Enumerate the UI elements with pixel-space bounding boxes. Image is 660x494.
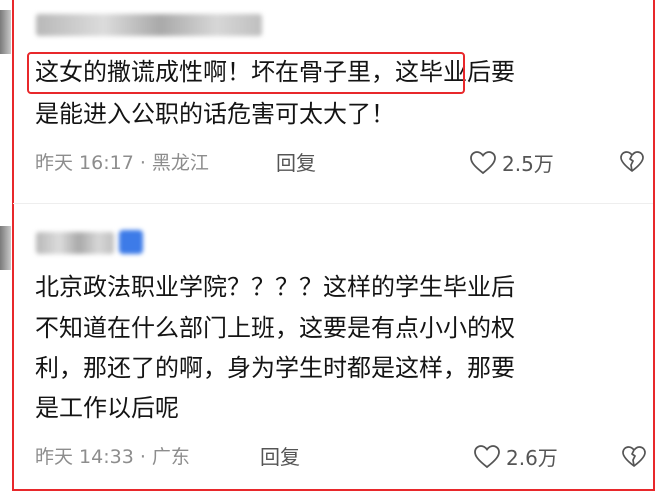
broken-heart-icon <box>620 151 644 173</box>
comment-meta: 昨天 14:33 · 广东 <box>35 446 190 468</box>
like-count: 2.5万 <box>502 152 554 176</box>
heart-icon <box>470 150 496 175</box>
like-count: 2.6万 <box>506 446 558 470</box>
vip-badge-blurred <box>119 230 143 254</box>
like-button[interactable]: 2.5万 <box>470 148 554 177</box>
heart-icon <box>474 444 500 469</box>
reply-button[interactable]: 回复 <box>260 446 300 468</box>
comment-text-line: 是能进入公职的话危害可太大了！ <box>35 100 395 128</box>
divider <box>13 203 653 204</box>
avatar[interactable] <box>0 226 11 270</box>
like-button[interactable]: 2.6万 <box>474 442 558 471</box>
comment-text-line: 利，那还了的啊，身为学生时都是这样，那要 <box>35 354 515 382</box>
avatar[interactable] <box>0 10 11 54</box>
comment-text-line: 不知道在什么部门上班，这要是有点小小的权 <box>35 314 515 342</box>
broken-heart-icon <box>622 446 646 468</box>
comment-meta: 昨天 16:17 · 黑龙江 <box>35 152 209 174</box>
username-blurred[interactable] <box>36 232 114 254</box>
comment-text-line: 是工作以后呢 <box>35 394 179 422</box>
reply-button[interactable]: 回复 <box>276 152 316 174</box>
dislike-button[interactable] <box>620 151 644 173</box>
text-highlight-box <box>27 52 465 94</box>
comment-text-line: 北京政法职业学院？？？？这样的学生毕业后 <box>35 273 515 301</box>
dislike-button[interactable] <box>622 446 646 468</box>
username-blurred[interactable] <box>36 14 262 36</box>
